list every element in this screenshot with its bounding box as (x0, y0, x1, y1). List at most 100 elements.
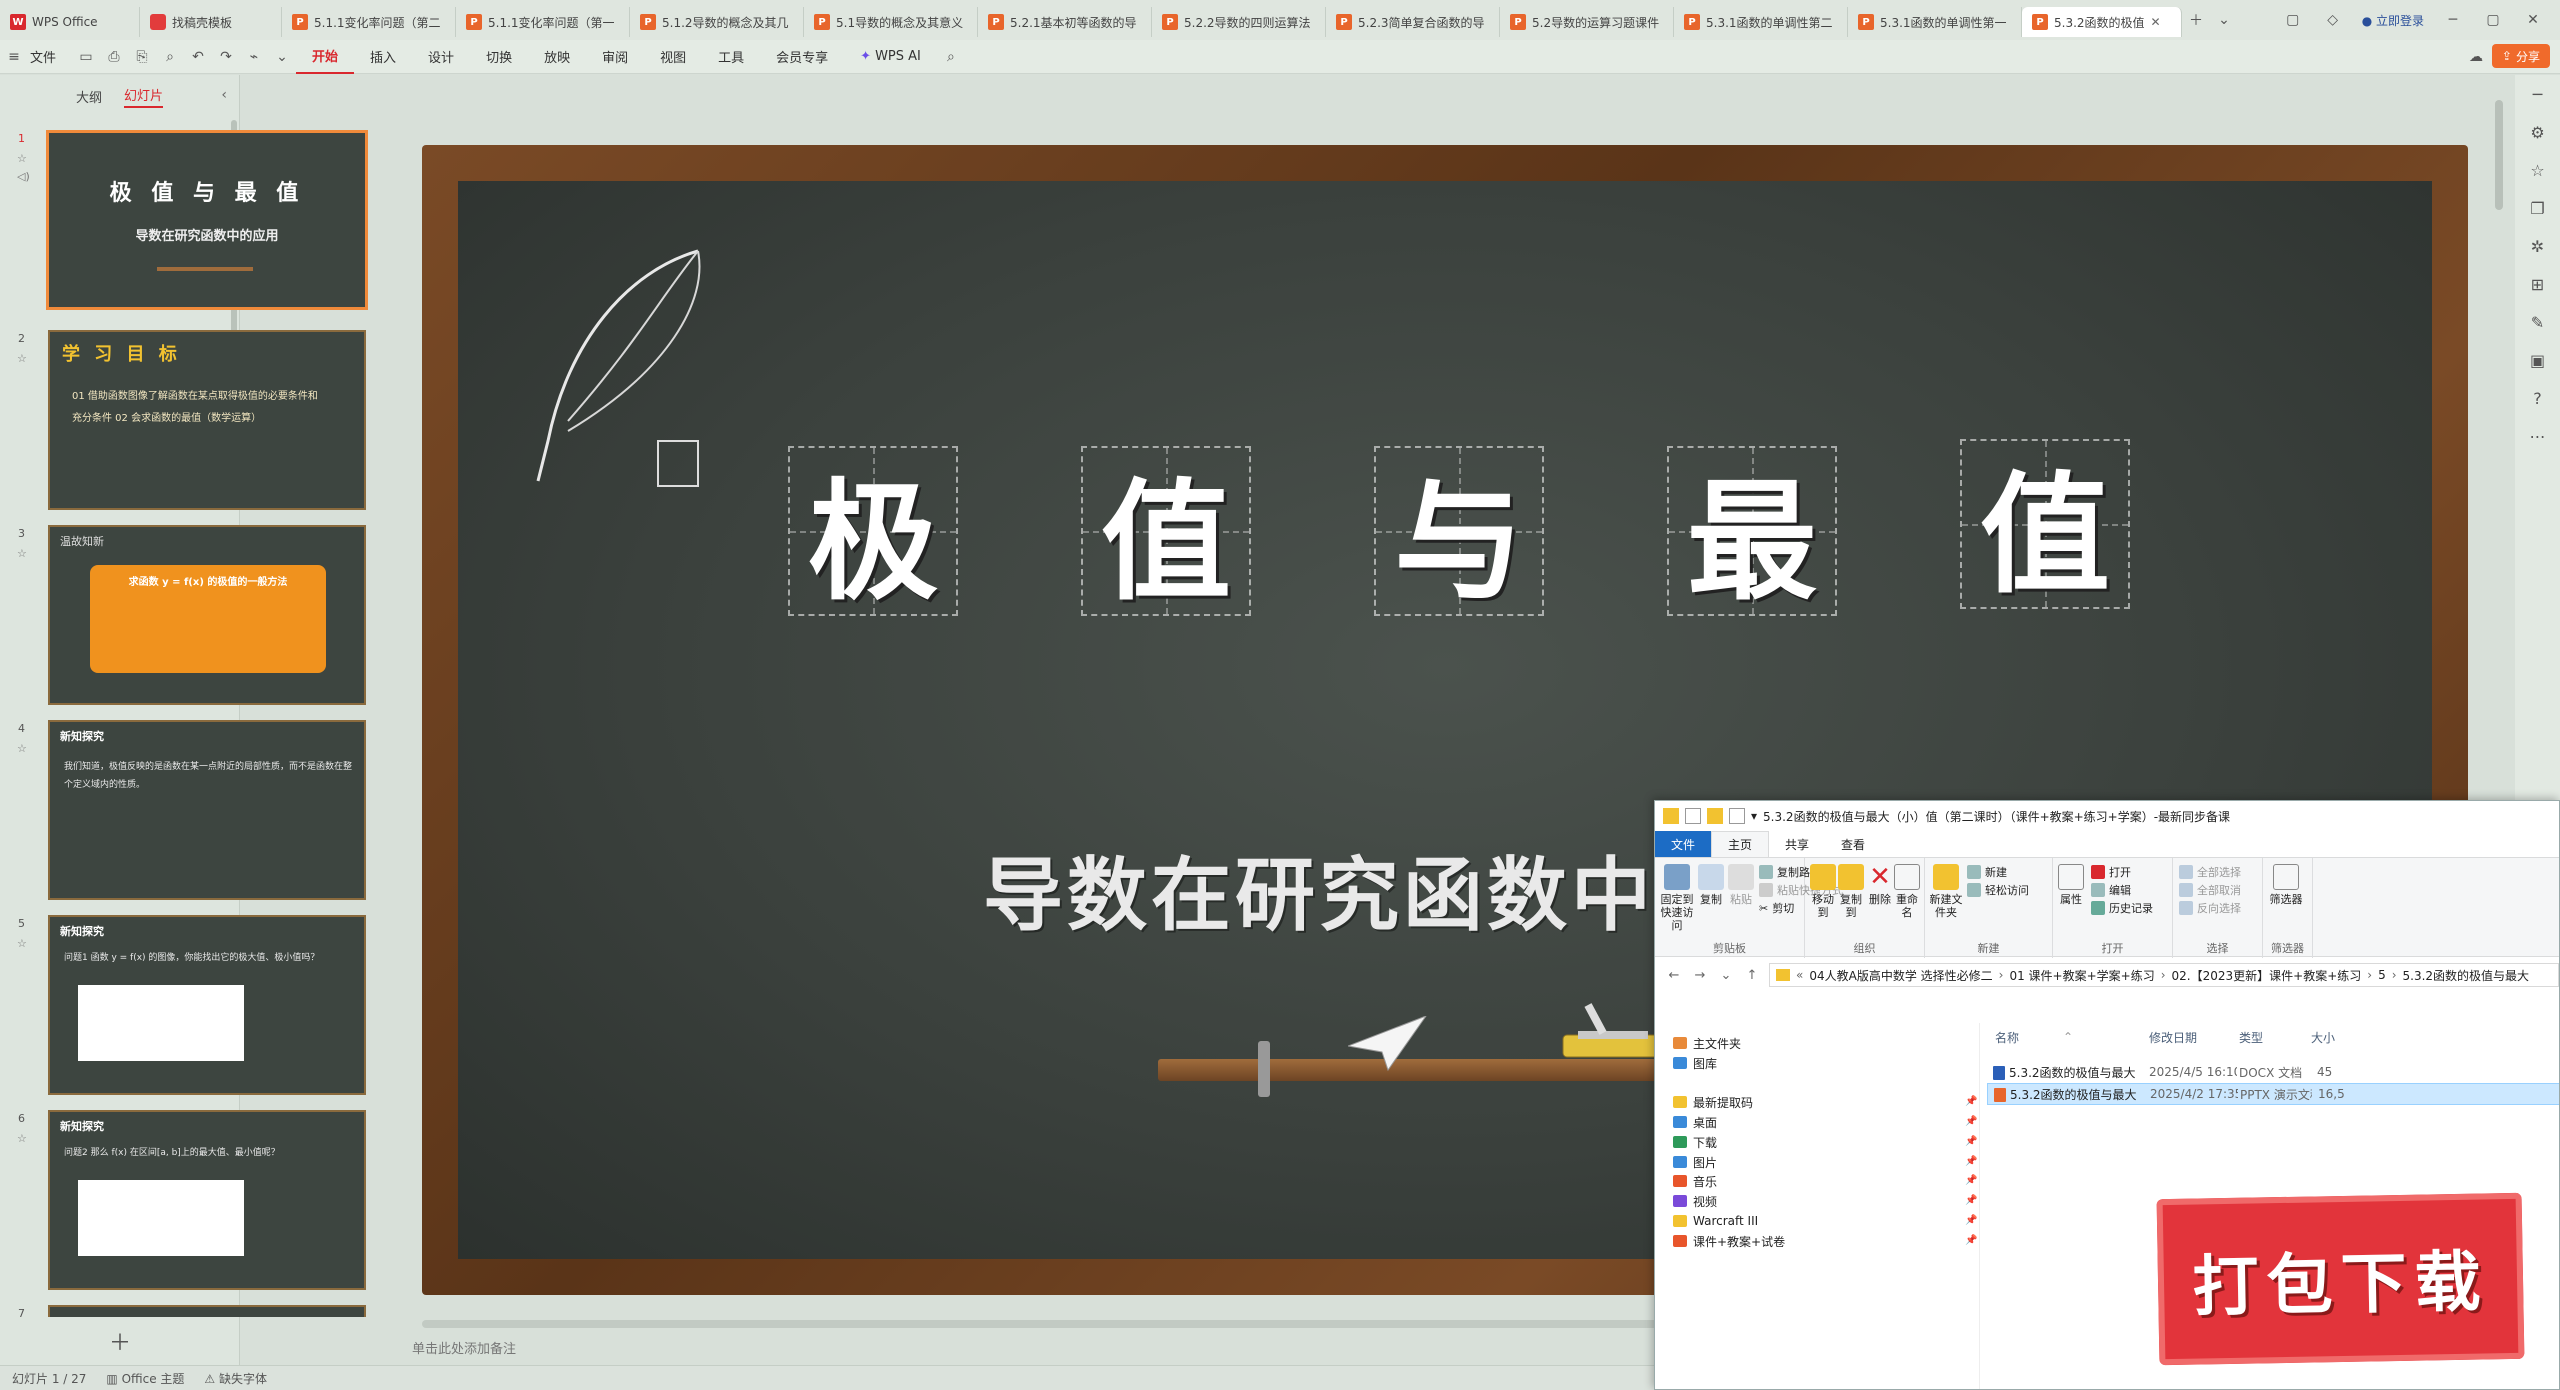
select-all-button[interactable]: 全部选择 (2179, 864, 2241, 880)
breadcrumb-item[interactable]: 01 课件+教案+学案+练习 (2009, 967, 2154, 984)
slide-thumbnail[interactable]: 极 值 与 最 值 导数在研究函数中的应用 (46, 130, 368, 310)
back-icon[interactable]: ← (1665, 968, 1683, 983)
tab-view[interactable]: 查看 (1825, 831, 1881, 857)
up-icon[interactable]: ↑ (1743, 968, 1761, 983)
preview-icon[interactable]: ⌕ (156, 40, 184, 74)
breadcrumb-item[interactable]: 5.3.2函数的极值与最大 (2403, 967, 2530, 984)
tab-doc-6[interactable]: P 5.2.1基本初等函数的导 (978, 7, 1152, 37)
format-painter-icon[interactable]: ⌁ (240, 40, 268, 74)
thumbnail-row[interactable]: 4 ☆ 新知探究 我们知道，极值反映的是函数在某一点附近的局部性质，而不是函数在… (0, 720, 366, 900)
menu-insert[interactable]: 插入 (354, 40, 412, 74)
cut-button[interactable]: ✂ 剪切 (1759, 900, 1794, 916)
table-row[interactable]: 5.3.2函数的极值与最大（小）值（第二... 2025/4/5 16:10 D… (1987, 1061, 2559, 1083)
tab-share[interactable]: 共享 (1769, 831, 1825, 857)
template-icon[interactable]: ⊞ (2515, 265, 2560, 303)
login-link[interactable]: ● 立即登录 (2362, 12, 2424, 29)
slide-thumbnail[interactable]: 新知探究 问题2 那么 f(x) 在区间[a, b]上的最大值、最小值呢？ (48, 1110, 366, 1290)
copy-to-button[interactable]: 复制到 (1837, 864, 1865, 919)
menu-member[interactable]: 会员专享 (760, 40, 844, 74)
add-slide-button[interactable]: ＋ (0, 1325, 240, 1357)
tab-doc-11[interactable]: P 5.3.1函数的单调性第一 (1848, 7, 2022, 37)
tab-outline[interactable]: 大纲 (76, 87, 102, 106)
undo-icon[interactable]: ↶ (184, 40, 212, 74)
breadcrumb-item[interactable]: 04人教A版高中数学 选择性必修二 (1809, 967, 1992, 984)
star-icon[interactable]: ☆ (17, 937, 27, 950)
chevron-down-icon[interactable]: ⌄ (2210, 3, 2238, 37)
column-header-name[interactable]: 名称 (1995, 1023, 2019, 1051)
properties-icon[interactable] (1685, 808, 1701, 824)
slide-thumbnail[interactable]: 学 习 目 标 01 借助函数图像了解函数在某点取得极值的必要条件和充分条件 0… (48, 330, 366, 510)
tab-doc-active[interactable]: P 5.3.2函数的极值 ✕ (2022, 7, 2182, 37)
tab-doc-4[interactable]: P 5.1.2导数的概念及其几 (630, 7, 804, 37)
nav-item-home[interactable]: 主文件夹 (1673, 1033, 1741, 1053)
redo-icon[interactable]: ↷ (212, 40, 240, 74)
nav-item-pictures[interactable]: 图片 (1673, 1152, 1717, 1172)
tab-doc-2[interactable]: P 5.1.1变化率问题（第二 (282, 7, 456, 37)
new-item-button[interactable]: 新建 (1967, 864, 2007, 880)
maximize-icon[interactable]: ▢ (2482, 12, 2504, 28)
column-header-type[interactable]: 类型 (2239, 1023, 2263, 1051)
star-icon[interactable]: ☆ (17, 1132, 27, 1145)
menu-review[interactable]: 审阅 (586, 40, 644, 74)
rename-button[interactable]: 重命名 (1893, 864, 1921, 919)
layout-icon[interactable]: ▢ (2282, 12, 2304, 28)
star-icon[interactable]: ☆ (17, 352, 27, 365)
history-button[interactable]: 历史记录 (2091, 900, 2153, 916)
breadcrumb-item[interactable]: 02.【2023更新】课件+教案+练习 (2172, 967, 2362, 984)
tab-file[interactable]: 文件 (1655, 831, 1712, 857)
select-none-button[interactable]: 全部取消 (2179, 882, 2241, 898)
menu-transition[interactable]: 切换 (470, 40, 528, 74)
brush-icon[interactable]: ✎ (2515, 303, 2560, 341)
theme-indicator[interactable]: ▥ Office 主题 (106, 1370, 184, 1387)
tab-doc-3[interactable]: P 5.1.1变化率问题（第一 (456, 7, 630, 37)
thumbnail-row[interactable]: 1 ☆ ◁) 极 值 与 最 值 导数在研究函数中的应用 (0, 130, 368, 310)
slide-thumbnail[interactable] (48, 1305, 366, 1317)
missing-font-indicator[interactable]: ⚠ 缺失字体 (204, 1370, 267, 1387)
properties-button[interactable]: 属性 (2057, 864, 2085, 906)
paste-button[interactable]: 粘贴 (1727, 864, 1755, 906)
share-button[interactable]: ⇪ 分享 (2491, 44, 2550, 68)
column-header-size[interactable]: 大小 (2311, 1023, 2335, 1051)
thumbnail-row[interactable]: 6 ☆ 新知探究 问题2 那么 f(x) 在区间[a, b]上的最大值、最小值呢… (0, 1110, 366, 1290)
menu-wps-ai[interactable]: ✦ WPS AI (844, 40, 937, 74)
menu-view[interactable]: 视图 (644, 40, 702, 74)
tab-slides[interactable]: 幻灯片 (124, 85, 164, 108)
edit-button[interactable]: 编辑 (2091, 882, 2131, 898)
tab-doc-9[interactable]: P 5.2导数的运算习题课件 (1500, 7, 1674, 37)
slide-thumbnail[interactable]: 新知探究 我们知道，极值反映的是函数在某一点附近的局部性质，而不是函数在整个定义… (48, 720, 366, 900)
thumbnail-row[interactable]: 3 ☆ 温故知新 求函数 y = f(x) 的极值的一般方法 (0, 525, 366, 705)
filter-button[interactable]: 筛选器 (2269, 864, 2303, 906)
star-icon[interactable]: ☆ (17, 742, 27, 755)
tab-wps-home[interactable]: W WPS Office (0, 7, 140, 37)
forward-icon[interactable]: → (1691, 968, 1709, 983)
pin-icon[interactable] (1729, 808, 1745, 824)
new-folder-button[interactable]: 新建文件夹 (1929, 864, 1963, 919)
pin-quick-access-button[interactable]: 固定到快速访问 (1659, 864, 1695, 932)
close-window-icon[interactable]: ✕ (2522, 12, 2544, 28)
nav-item-warcraft[interactable]: Warcraft III (1673, 1211, 1758, 1231)
help-icon[interactable]: ? (2515, 379, 2560, 417)
nav-item-videos[interactable]: 视频 (1673, 1191, 1717, 1211)
hamburger-icon[interactable]: ≡ (0, 40, 28, 74)
nav-item-courseware[interactable]: 课件+教案+试卷 (1673, 1231, 1785, 1251)
star-icon[interactable]: ☆ (17, 547, 27, 560)
vertical-scrollbar[interactable] (2495, 100, 2503, 210)
menu-home[interactable]: 开始 (296, 40, 355, 74)
nav-item-gallery[interactable]: 图库 (1673, 1053, 1717, 1073)
new-folder-icon[interactable] (1707, 808, 1723, 824)
address-bar[interactable]: « 04人教A版高中数学 选择性必修二 › 01 课件+教案+学案+练习 › 02.… (1769, 963, 2559, 987)
slide-thumbnail[interactable]: 温故知新 求函数 y = f(x) 的极值的一般方法 (48, 525, 366, 705)
nav-item-downloads[interactable]: 下载 (1673, 1132, 1717, 1152)
tab-doc-10[interactable]: P 5.3.1函数的单调性第二 (1674, 7, 1848, 37)
chevron-down-icon[interactable]: ▾ (1751, 809, 1757, 823)
collapse-panel-icon[interactable]: ‹ (221, 87, 227, 103)
tab-doc-8[interactable]: P 5.2.3简单复合函数的导 (1326, 7, 1500, 37)
animation-icon[interactable]: ✲ (2515, 227, 2560, 265)
minus-icon[interactable]: ─ (2515, 75, 2560, 113)
easy-access-button[interactable]: 轻松访问 (1967, 882, 2029, 898)
new-tab-icon[interactable]: ＋ (2182, 3, 2210, 37)
thumbnail-row[interactable]: 2 ☆ 学 习 目 标 01 借助函数图像了解函数在某点取得极值的必要条件和充分… (0, 330, 366, 510)
tab-close-icon[interactable]: ✕ (2151, 15, 2161, 29)
star-icon[interactable]: ☆ (2515, 151, 2560, 189)
nav-item-latest-codes[interactable]: 最新提取码 (1673, 1092, 1753, 1112)
